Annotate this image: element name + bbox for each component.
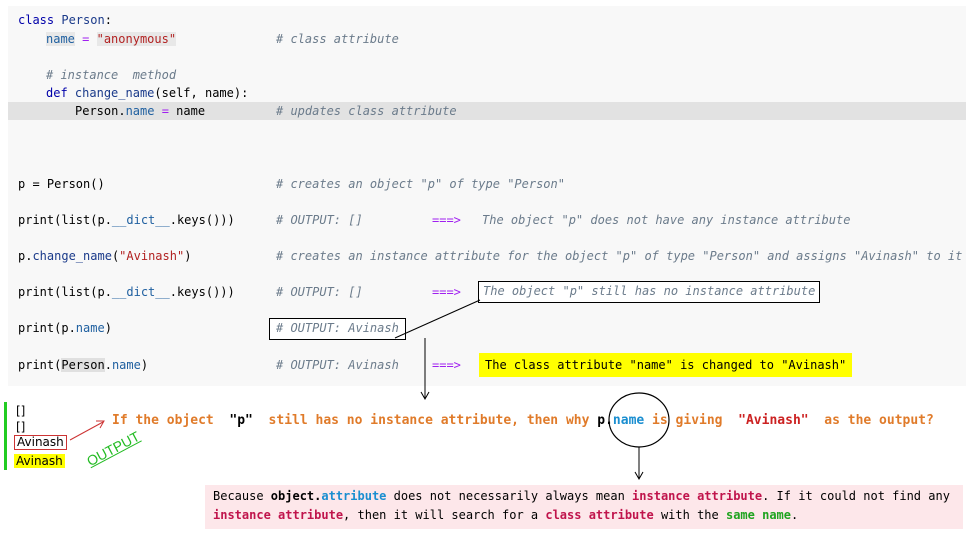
connector-line — [394, 299, 481, 339]
annotation-overlay — [69, 299, 670, 481]
red-arrow-line — [69, 421, 104, 441]
p-name-circle — [608, 392, 670, 448]
